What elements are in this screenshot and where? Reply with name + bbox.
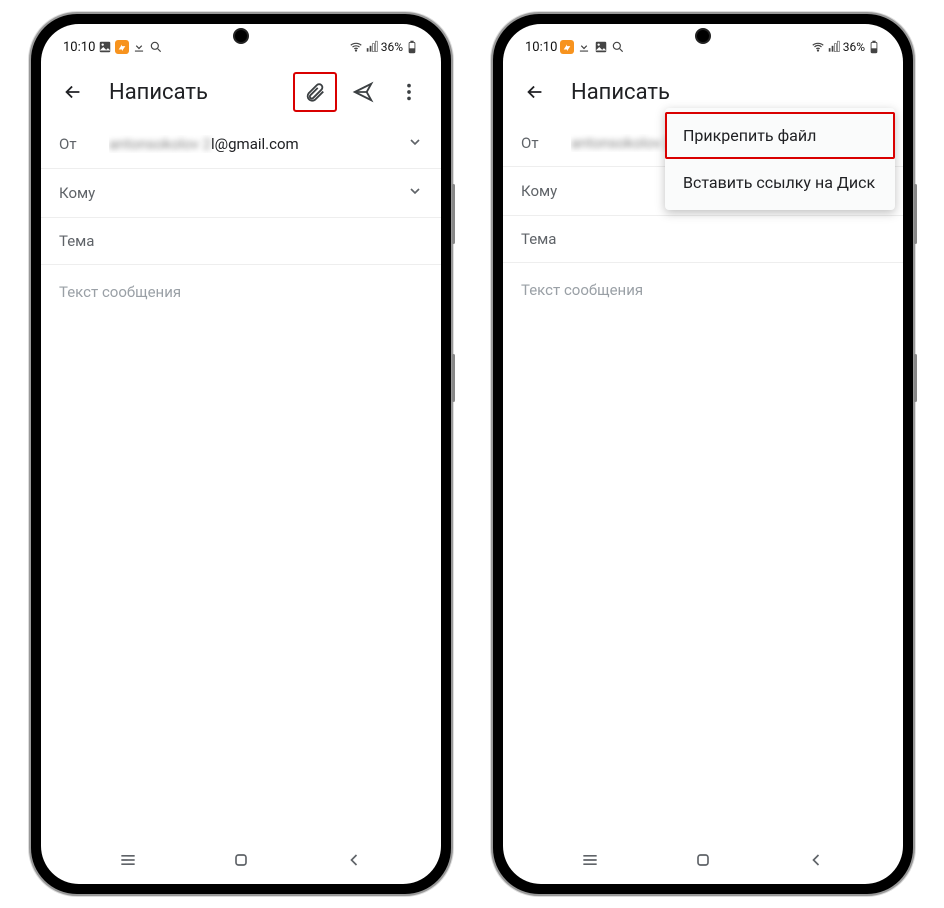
nav-back[interactable] — [334, 850, 374, 870]
from-value: antonsokolov 2l@gmail.com — [109, 135, 407, 153]
to-label: Кому — [521, 182, 571, 200]
navigation-bar — [41, 836, 441, 884]
from-label: От — [521, 134, 571, 152]
to-field[interactable]: Кому — [41, 169, 441, 218]
body-field[interactable]: Текст сообщения — [503, 263, 903, 836]
download-icon — [577, 40, 591, 54]
to-label: Кому — [59, 184, 109, 202]
from-field[interactable]: От antonsokolov 2l@gmail.com — [41, 120, 441, 169]
signal-icon — [827, 40, 841, 54]
side-key — [914, 354, 917, 402]
screen: 10:10 — [503, 24, 903, 884]
back-button[interactable] — [53, 72, 93, 112]
status-left: 10:10 — [63, 40, 163, 55]
chevron-down-icon — [407, 134, 423, 154]
download-icon — [132, 40, 146, 54]
battery-text: 36% — [843, 40, 865, 54]
clock: 10:10 — [63, 40, 95, 55]
wifi-icon — [349, 40, 363, 54]
send-button[interactable] — [343, 72, 383, 112]
front-camera — [695, 28, 711, 44]
search-icon — [611, 40, 625, 54]
more-button[interactable] — [389, 72, 429, 112]
phone-frame-right: 10:10 — [493, 14, 913, 894]
body-field[interactable]: Текст сообщения — [41, 265, 441, 836]
search-icon — [149, 40, 163, 54]
nav-recents[interactable] — [570, 850, 610, 870]
nav-recents[interactable] — [108, 850, 148, 870]
compose-app-bar: Написать — [41, 64, 441, 120]
battery-icon — [867, 40, 881, 54]
battery-text: 36% — [381, 40, 403, 54]
battery-icon — [405, 40, 419, 54]
wifi-icon — [811, 40, 825, 54]
phone-frame-left: 10:10 — [31, 14, 451, 894]
nav-home[interactable] — [221, 850, 261, 870]
side-key — [914, 184, 917, 244]
navigation-bar — [503, 836, 903, 884]
status-right: 36% — [349, 40, 419, 54]
status-left: 10:10 — [525, 40, 625, 55]
back-button[interactable] — [515, 72, 555, 112]
compose-title: Написать — [571, 80, 891, 105]
gallery-icon — [98, 40, 112, 54]
attach-file-option[interactable]: Прикрепить файл — [665, 112, 895, 159]
compose-app-bar: Написать Прикрепить файл Вставить ссылку… — [503, 64, 903, 120]
from-label: От — [59, 135, 109, 153]
clock: 10:10 — [525, 40, 557, 55]
gallery-icon — [594, 40, 608, 54]
front-camera — [233, 28, 249, 44]
chevron-down-icon[interactable] — [407, 183, 423, 203]
side-key — [452, 354, 455, 402]
nav-home[interactable] — [683, 850, 723, 870]
app-notification-icon — [560, 40, 574, 54]
subject-field[interactable]: Тема — [41, 218, 441, 265]
attach-button[interactable] — [293, 72, 337, 112]
insert-drive-link-option[interactable]: Вставить ссылку на Диск — [665, 159, 895, 206]
compose-title: Написать — [109, 80, 287, 105]
app-notification-icon — [115, 40, 129, 54]
signal-icon — [365, 40, 379, 54]
attach-menu: Прикрепить файл Вставить ссылку на Диск — [665, 108, 895, 210]
side-key — [452, 184, 455, 244]
status-right: 36% — [811, 40, 881, 54]
screen: 10:10 — [41, 24, 441, 884]
nav-back[interactable] — [796, 850, 836, 870]
subject-field[interactable]: Тема — [503, 216, 903, 263]
